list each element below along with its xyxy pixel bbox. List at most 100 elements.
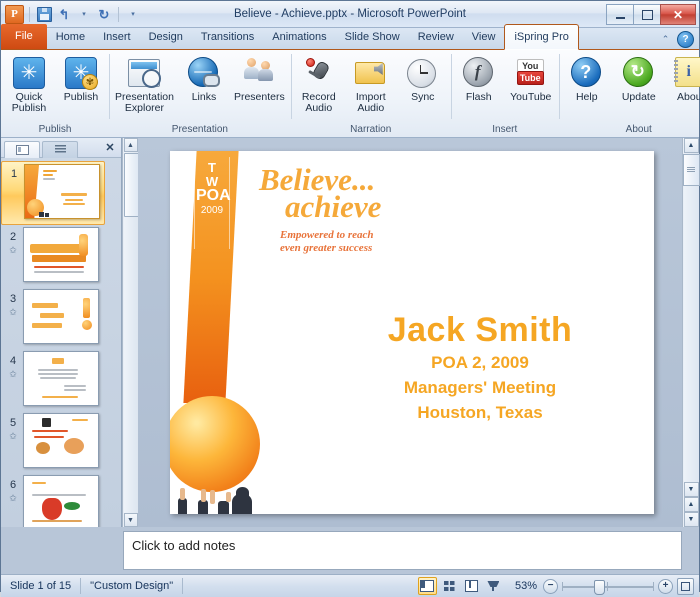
- presentation-explorer-button[interactable]: Presentation Explorer: [111, 55, 178, 114]
- slide-canvas[interactable]: T W POA 2009 Believe... achieve Empowere…: [170, 151, 654, 514]
- tab-view[interactable]: View: [463, 26, 505, 49]
- scroll-track[interactable]: [124, 152, 138, 513]
- flash-icon: f: [463, 57, 495, 89]
- tab-slide-show[interactable]: Slide Show: [336, 26, 409, 49]
- maximize-button[interactable]: [633, 4, 660, 25]
- customize-qat-icon[interactable]: ▾: [124, 5, 142, 23]
- logo-line-1: T: [196, 161, 228, 175]
- record-audio-microphone-icon: [303, 57, 335, 89]
- scroll-down-icon[interactable]: ▼: [124, 513, 138, 527]
- thumbnail-number: 6: [10, 479, 16, 491]
- record-audio-button[interactable]: Record Audio: [293, 55, 345, 114]
- flash-button[interactable]: f Flash: [453, 55, 505, 103]
- zoom-slider[interactable]: [562, 580, 654, 593]
- youtube-button[interactable]: YouTube YouTube: [505, 55, 557, 103]
- minimize-button[interactable]: [606, 4, 633, 25]
- view-normal-button[interactable]: [418, 577, 437, 595]
- minimize-ribbon-icon[interactable]: ⌃: [657, 32, 674, 47]
- quick-publish-button[interactable]: ✳ Quick Publish: [3, 55, 55, 114]
- group-label-about: About: [561, 121, 700, 137]
- tab-slides[interactable]: [4, 141, 40, 158]
- thumbnail-item[interactable]: 3 ✩: [1, 287, 105, 349]
- next-slide-button[interactable]: ▼: [684, 512, 699, 527]
- view-normal-icon: [420, 580, 434, 592]
- import-audio-button[interactable]: Import Audio: [345, 55, 397, 114]
- zoom-in-button[interactable]: +: [658, 579, 673, 594]
- scroll-down-icon[interactable]: ▼: [684, 482, 699, 497]
- scroll-up-icon[interactable]: ▲: [124, 138, 138, 152]
- slides-pane-scrollbar[interactable]: ▲ ▼: [122, 138, 138, 527]
- sync-button[interactable]: Sync: [397, 55, 449, 103]
- slide-editor[interactable]: T W POA 2009 Believe... achieve Empowere…: [138, 138, 682, 527]
- tab-insert[interactable]: Insert: [94, 26, 140, 49]
- ribbon-group-insert: f Flash YouTube YouTube Insert: [451, 50, 559, 137]
- undo-dropdown-icon[interactable]: ▾: [75, 5, 93, 23]
- tab-design[interactable]: Design: [140, 26, 192, 49]
- tab-home[interactable]: Home: [47, 26, 94, 49]
- slide-presenter-block[interactable]: Jack Smith POA 2, 2009 Managers' Meeting…: [320, 311, 640, 424]
- group-label-presentation: Presentation: [111, 121, 289, 137]
- thumbnail-meta: 5 ✩: [3, 413, 23, 442]
- thumbnail-item[interactable]: 5 ✩: [1, 411, 105, 473]
- zoom-tick: [653, 582, 654, 591]
- save-icon[interactable]: [35, 5, 53, 23]
- button-caption: About: [677, 92, 700, 103]
- group-label-publish: Publish: [3, 121, 107, 137]
- slide-tagline: Empowered to reach even greater success: [280, 229, 374, 255]
- thumbnail-item[interactable]: 6 ✩: [1, 473, 105, 527]
- thumbnail-meta: 2 ✩: [3, 227, 23, 256]
- view-slide-sorter-button[interactable]: [440, 577, 459, 595]
- animation-indicator-icon: ✩: [9, 369, 17, 380]
- ribbon-group-narration: Record Audio Import Audio Sync Narration: [291, 50, 451, 137]
- slide-title[interactable]: Believe... achieve: [259, 165, 381, 222]
- about-icon: i: [675, 57, 700, 89]
- zoom-slider-track: [562, 586, 654, 588]
- publish-icon: ✳✾: [65, 57, 97, 89]
- about-button[interactable]: i About: [665, 55, 700, 103]
- previous-slide-button[interactable]: ▲: [684, 497, 699, 512]
- thumbnail-image: [23, 289, 99, 344]
- tagline-line-1: Empowered to reach: [280, 229, 374, 242]
- zoom-tick: [607, 582, 608, 591]
- help-button[interactable]: ? Help: [561, 55, 613, 103]
- thumbnail-meta: 3 ✩: [3, 289, 23, 318]
- scroll-thumb[interactable]: [683, 154, 700, 186]
- publish-button[interactable]: ✳✾ Publish: [55, 55, 107, 103]
- zoom-level[interactable]: 53%: [509, 580, 543, 592]
- powerpoint-logo-icon[interactable]: P: [5, 5, 24, 24]
- scroll-track[interactable]: [684, 186, 699, 482]
- zoom-slider-handle[interactable]: [594, 580, 605, 595]
- tab-animations[interactable]: Animations: [263, 26, 335, 49]
- presenters-button[interactable]: Presenters: [230, 55, 289, 103]
- thumbnail-item[interactable]: 4 ✩: [1, 349, 105, 411]
- tab-outline[interactable]: [42, 141, 78, 158]
- view-reading-button[interactable]: [462, 577, 481, 595]
- thumbnail-number: 2: [10, 231, 16, 243]
- logo-year: 2009: [196, 204, 228, 218]
- help-icon[interactable]: ?: [677, 31, 694, 48]
- tab-review[interactable]: Review: [409, 26, 463, 49]
- zoom-out-button[interactable]: −: [543, 579, 558, 594]
- tab-file[interactable]: File: [1, 24, 47, 49]
- slides-pane: ✕ 1: [1, 138, 122, 527]
- close-button[interactable]: ✕: [660, 4, 696, 25]
- tab-transitions[interactable]: Transitions: [192, 26, 263, 49]
- scroll-up-icon[interactable]: ▲: [684, 138, 699, 153]
- thumbnail-item[interactable]: 1: [1, 161, 105, 225]
- links-button[interactable]: Links: [178, 55, 230, 103]
- presentation-explorer-icon: [128, 57, 160, 89]
- notes-input[interactable]: Click to add notes: [123, 531, 682, 570]
- title-bar: P ↰ ▾ ↻ ▾ Believe - Achieve.pptx - Micro…: [1, 1, 699, 28]
- editor-scrollbar[interactable]: ▲ ▼ ▲ ▼: [682, 138, 699, 527]
- slide-ball-image: [170, 396, 260, 492]
- button-caption: Flash: [466, 92, 492, 103]
- thumbnail-item[interactable]: 2 ✩: [1, 225, 105, 287]
- view-slide-show-button[interactable]: [484, 577, 503, 595]
- thumbnail-image: [23, 227, 99, 282]
- redo-icon[interactable]: ↻: [95, 5, 113, 23]
- tab-ispring-pro[interactable]: iSpring Pro: [504, 24, 578, 50]
- thumbnail-image: [23, 475, 99, 527]
- update-button[interactable]: ↻ Update: [613, 55, 665, 103]
- close-pane-icon[interactable]: ✕: [101, 140, 119, 156]
- undo-icon[interactable]: ↰: [55, 5, 73, 23]
